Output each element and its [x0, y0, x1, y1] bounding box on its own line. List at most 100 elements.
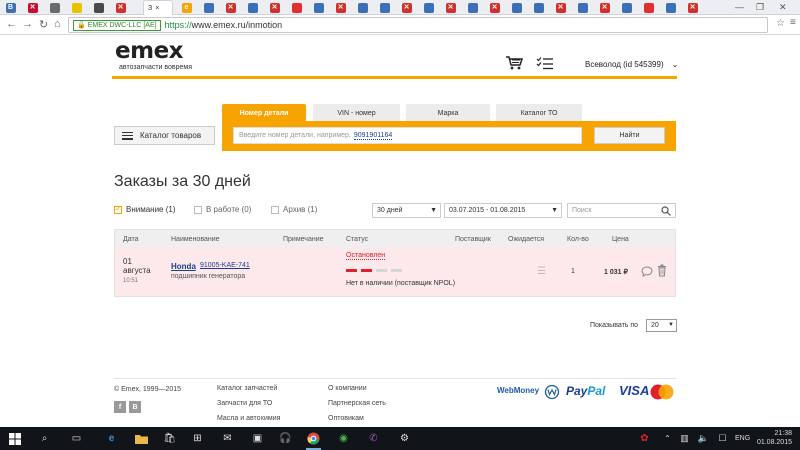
- browser-tab[interactable]: В: [2, 1, 19, 14]
- drag-handle-icon[interactable]: ☰: [537, 266, 546, 277]
- browser-tab[interactable]: [618, 1, 635, 14]
- headphones-icon[interactable]: 🎧: [278, 431, 293, 446]
- tray-app-icon[interactable]: ✿: [637, 431, 652, 446]
- browser-tab[interactable]: [46, 1, 63, 14]
- minimize-icon[interactable]: —: [735, 2, 744, 12]
- notification-icon[interactable]: ☐: [715, 431, 730, 446]
- forward-icon[interactable]: →: [22, 18, 33, 30]
- close-window-icon[interactable]: ✕: [779, 2, 787, 13]
- store-icon[interactable]: 🛍: [162, 431, 177, 446]
- menu-icon[interactable]: ≡: [790, 17, 796, 28]
- app-icon[interactable]: ▣: [250, 431, 265, 446]
- footer-link-to-parts[interactable]: Запчасти для ТО: [217, 400, 272, 407]
- part-number-link[interactable]: 91005-KAE-741: [200, 262, 250, 269]
- browser-tab[interactable]: [530, 1, 547, 14]
- footer-link-wholesale[interactable]: Оптовикам: [328, 415, 364, 422]
- facebook-icon[interactable]: f: [114, 401, 126, 413]
- example-part-number[interactable]: 9091901164: [353, 132, 393, 140]
- task-view-icon[interactable]: ▭: [69, 431, 84, 446]
- windows-start-icon[interactable]: [7, 431, 22, 446]
- footer-link-oils[interactable]: Масла и автохимия: [217, 415, 280, 422]
- app-icon[interactable]: ◉: [336, 431, 351, 446]
- trash-icon[interactable]: [657, 264, 667, 277]
- checkbox-checked-icon[interactable]: [114, 204, 122, 214]
- search-icon[interactable]: ⌕: [37, 431, 52, 446]
- chrome-icon[interactable]: [306, 431, 321, 450]
- browser-tab[interactable]: [90, 1, 107, 14]
- checkbox-icon[interactable]: [271, 205, 279, 214]
- tab-to-catalog[interactable]: Каталог ТО: [496, 104, 582, 122]
- search-icon[interactable]: [661, 206, 671, 216]
- footer-link-partners[interactable]: Партнерская сеть: [328, 400, 386, 407]
- date-range-picker[interactable]: 03.07.2015 - 01.08.2015 ▼: [444, 203, 562, 218]
- browser-tab[interactable]: [244, 1, 261, 14]
- vk-icon[interactable]: В: [129, 401, 141, 413]
- filter-in-work[interactable]: В работе (0): [194, 205, 251, 214]
- tab-part-number[interactable]: Номер детали: [222, 104, 306, 122]
- period-select[interactable]: 30 дней ▼: [372, 203, 441, 218]
- app-icon[interactable]: ✉: [220, 431, 235, 446]
- browser-tab[interactable]: ✕: [24, 1, 41, 14]
- checklist-icon[interactable]: [536, 56, 554, 70]
- table-row[interactable]: 01 августа 10:51 Honda 91005-KAE-741 под…: [114, 247, 676, 297]
- part-number-input[interactable]: Введите номер детали, например, 90919011…: [233, 127, 582, 144]
- browser-tab[interactable]: ✕: [332, 1, 349, 14]
- chevron-up-icon[interactable]: ⌃: [660, 431, 675, 446]
- home-icon[interactable]: ⌂: [54, 18, 61, 30]
- browser-tab[interactable]: [376, 1, 393, 14]
- user-account-menu[interactable]: Всеволод (id 545399) ⌄: [585, 60, 678, 69]
- app-icon[interactable]: ⊞: [190, 431, 205, 446]
- browser-tab[interactable]: ✕: [112, 1, 129, 14]
- maximize-icon[interactable]: ❐: [756, 2, 764, 13]
- network-icon[interactable]: ▥: [677, 431, 692, 446]
- browser-tab[interactable]: [288, 1, 305, 14]
- star-icon[interactable]: ☆: [776, 18, 785, 29]
- close-icon[interactable]: ×: [155, 5, 159, 12]
- browser-tab[interactable]: ✕: [266, 1, 283, 14]
- filter-archive[interactable]: Архив (1): [271, 205, 317, 214]
- app-icon[interactable]: ⚙: [397, 431, 412, 446]
- volume-icon[interactable]: 🔈: [696, 431, 711, 446]
- tab-brand[interactable]: Марка: [406, 104, 490, 122]
- back-icon[interactable]: ←: [6, 18, 17, 30]
- browser-tab[interactable]: ✕: [222, 1, 239, 14]
- edge-icon[interactable]: e: [104, 431, 119, 446]
- url-field[interactable]: 🔒 EMEX DWC-LLC [AE] https://www.emex.ru/i…: [68, 17, 768, 33]
- browser-tab[interactable]: ✕: [486, 1, 503, 14]
- active-browser-tab[interactable]: З ×: [143, 0, 173, 15]
- browser-tab[interactable]: [200, 1, 217, 14]
- clock[interactable]: 21:38 01.08.2015: [757, 429, 792, 447]
- page-size-select[interactable]: 20 ▼: [646, 319, 677, 332]
- browser-tab[interactable]: [420, 1, 437, 14]
- browser-tab[interactable]: [508, 1, 525, 14]
- footer-link-parts-catalog[interactable]: Каталог запчастей: [217, 385, 277, 392]
- cart-icon[interactable]: [505, 55, 523, 71]
- browser-tab[interactable]: [662, 1, 679, 14]
- viber-icon[interactable]: ✆: [366, 431, 381, 446]
- tab-vin[interactable]: VIN - номер: [313, 104, 400, 122]
- footer-link-about[interactable]: О компании: [328, 385, 367, 392]
- order-search-input[interactable]: Поиск: [567, 203, 676, 218]
- checkbox-icon[interactable]: [194, 205, 202, 214]
- find-button[interactable]: Найти: [594, 127, 665, 144]
- browser-tab[interactable]: [310, 1, 327, 14]
- emex-logo[interactable]: emex: [115, 38, 184, 64]
- browser-tab[interactable]: [640, 1, 657, 14]
- ev-certificate-badge[interactable]: 🔒 EMEX DWC-LLC [AE]: [73, 19, 161, 31]
- comment-icon[interactable]: [641, 266, 653, 277]
- browser-tab[interactable]: [574, 1, 591, 14]
- browser-tab[interactable]: [464, 1, 481, 14]
- browser-tab[interactable]: [68, 1, 85, 14]
- browser-tab[interactable]: ✕: [552, 1, 569, 14]
- reload-icon[interactable]: ↻: [39, 18, 48, 31]
- browser-tab[interactable]: ✕: [684, 1, 701, 14]
- catalog-button[interactable]: Каталог товаров: [114, 126, 215, 145]
- browser-tab[interactable]: ✕: [398, 1, 415, 14]
- filter-attention[interactable]: Внимание (1): [114, 204, 176, 214]
- browser-tab[interactable]: e: [178, 1, 195, 14]
- browser-tab[interactable]: ✕: [442, 1, 459, 14]
- browser-tab[interactable]: ✕: [596, 1, 613, 14]
- file-explorer-icon[interactable]: [134, 431, 149, 446]
- browser-tab[interactable]: [354, 1, 371, 14]
- part-brand-link[interactable]: Honda: [171, 262, 196, 271]
